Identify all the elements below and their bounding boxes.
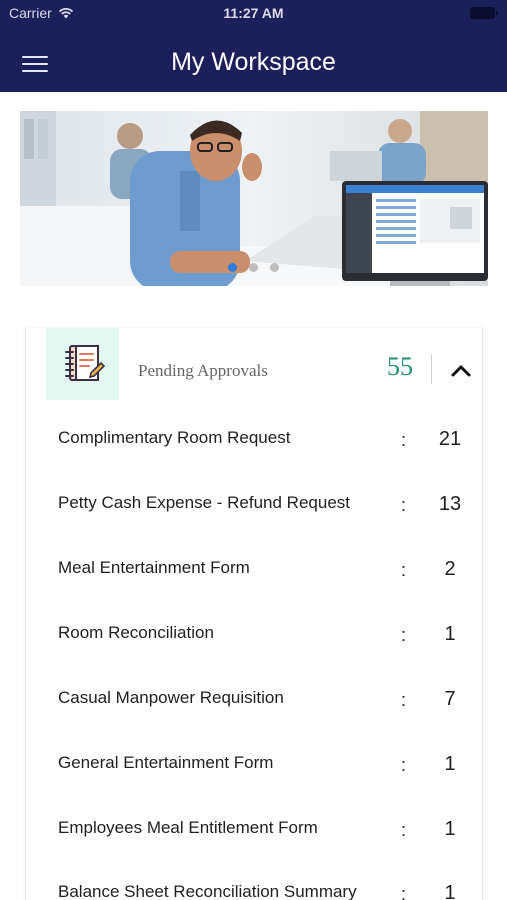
pending-approvals-label: Pending Approvals	[138, 361, 268, 380]
item-separator: :	[401, 755, 407, 775]
pending-approvals-total: 55	[387, 352, 413, 381]
item-label: Complimentary Room Request	[58, 428, 291, 447]
item-label: Employees Meal Entitlement Form	[58, 818, 318, 837]
battery-icon	[470, 7, 498, 19]
item-count: 21	[438, 428, 462, 450]
header-divider	[431, 354, 432, 384]
list-item[interactable]: General Entertainment Form : 1	[58, 753, 468, 783]
item-separator: :	[401, 820, 407, 840]
item-separator: :	[401, 625, 407, 645]
item-label: General Entertainment Form	[58, 753, 274, 772]
status-time: 11:27 AM	[223, 5, 284, 21]
chevron-up-icon[interactable]	[446, 358, 476, 384]
carousel-dot-2[interactable]	[249, 263, 258, 272]
status-bar: Carrier 11:27 AM	[0, 0, 507, 28]
item-count: 1	[444, 753, 456, 775]
item-separator: :	[401, 560, 407, 580]
item-label: Petty Cash Expense - Refund Request	[58, 493, 350, 512]
list-item[interactable]: Meal Entertainment Form : 2	[58, 558, 468, 588]
pending-approvals-card: Pending Approvals 55 Complimentary Room …	[25, 328, 483, 900]
carousel-dots	[228, 263, 279, 272]
list-item[interactable]: Complimentary Room Request : 21	[58, 428, 468, 458]
item-count: 1	[444, 818, 456, 840]
item-label: Casual Manpower Requisition	[58, 688, 284, 707]
carousel-dot-1[interactable]	[228, 263, 237, 272]
item-separator: :	[401, 495, 407, 515]
item-count: 2	[444, 558, 456, 580]
item-count: 1	[444, 882, 456, 900]
carousel-dot-3[interactable]	[270, 263, 279, 272]
list-item[interactable]: Room Reconciliation : 1	[58, 623, 468, 653]
item-count: 13	[438, 493, 462, 515]
item-label: Balance Sheet Reconciliation Summary	[58, 882, 357, 900]
banner-image	[20, 111, 488, 286]
item-label: Meal Entertainment Form	[58, 558, 250, 577]
item-count: 7	[444, 688, 456, 710]
list-item[interactable]: Petty Cash Expense - Refund Request : 13	[58, 493, 468, 523]
item-separator: :	[401, 430, 407, 450]
item-separator: :	[401, 884, 407, 900]
list-item[interactable]: Balance Sheet Reconciliation Summary : 1	[58, 882, 468, 900]
banner-carousel[interactable]	[20, 111, 488, 286]
app-header: Carrier 11:27 AM My Workspace	[0, 0, 507, 92]
notebook-checklist-icon	[46, 328, 119, 400]
item-separator: :	[401, 690, 407, 710]
list-item[interactable]: Casual Manpower Requisition : 7	[58, 688, 468, 718]
item-label: Room Reconciliation	[58, 623, 214, 642]
page-title: My Workspace	[171, 48, 336, 76]
list-item[interactable]: Employees Meal Entitlement Form : 1	[58, 818, 468, 848]
item-count: 1	[444, 623, 456, 645]
